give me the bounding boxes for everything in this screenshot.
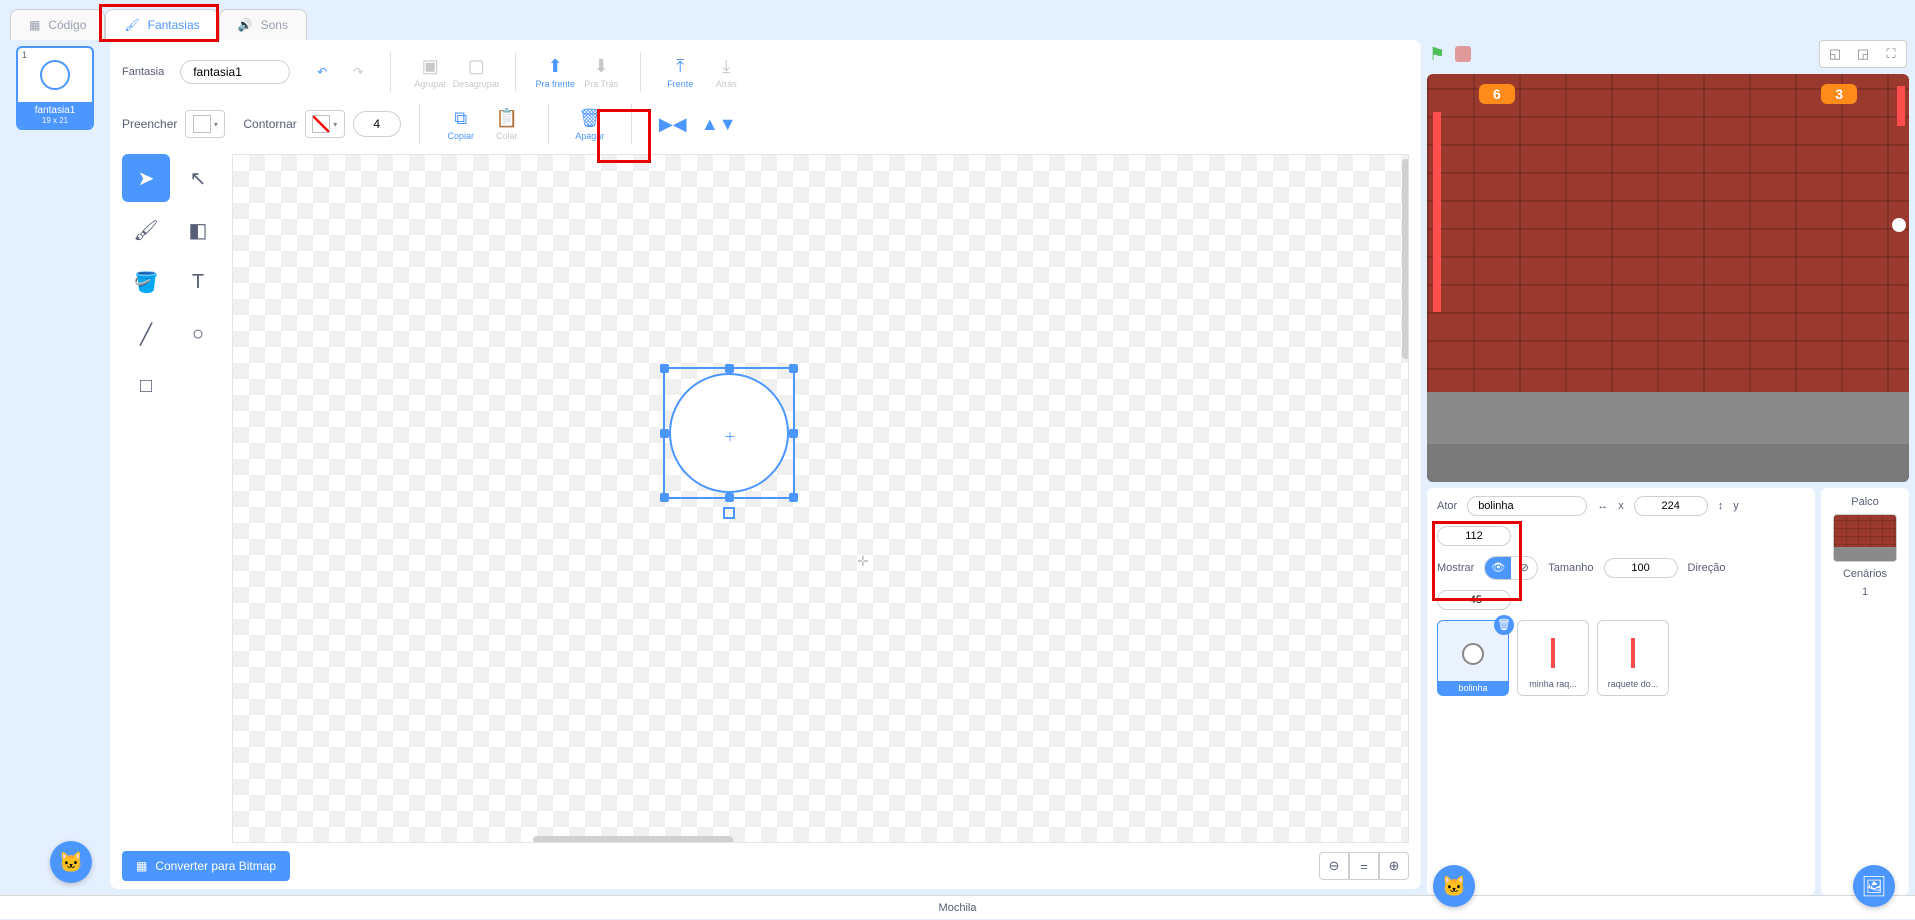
ungroup-button[interactable]: ▢Desagrupar (453, 56, 499, 89)
show-sprite-button[interactable]: 👁 (1485, 557, 1511, 579)
add-backdrop-fab[interactable]: 🖼 (1853, 865, 1895, 907)
front-button[interactable]: ⤒Frente (657, 56, 703, 89)
sprite-item-bolinha[interactable]: 🗑 bolinha (1437, 620, 1509, 696)
hide-sprite-button[interactable]: ⊘ (1511, 557, 1537, 579)
eraser-tool[interactable]: ◧ (174, 206, 222, 254)
center-marker-icon: ✛ (857, 553, 869, 570)
rect-tool[interactable]: □ (122, 362, 170, 410)
costume-name-label: Fantasia (122, 66, 164, 78)
sprite-ball[interactable] (1892, 218, 1906, 232)
rotate-handle[interactable] (723, 507, 735, 519)
tool-palette: ➤ ↖ 🖌 ◧ 🪣 T ╱ ○ □ (122, 154, 222, 843)
flip-vertical-button[interactable]: ▲▼ (696, 114, 742, 135)
sprite-x-input[interactable] (1634, 496, 1708, 516)
fill-color-button[interactable]: ▾ (185, 110, 225, 138)
line-tool[interactable]: ╱ (122, 310, 170, 358)
flip-horizontal-button[interactable]: ▶◀ (650, 114, 696, 135)
show-label: Mostrar (1437, 562, 1474, 574)
back-button[interactable]: ⤓Atrás (703, 56, 749, 89)
costume-list: 1 fantasia1 19 x 21 (0, 40, 110, 895)
delete-sprite-button[interactable]: 🗑 (1494, 615, 1514, 635)
sprite-direction-input[interactable] (1437, 590, 1511, 610)
reshape-tool[interactable]: ↖ (174, 154, 222, 202)
select-tool[interactable]: ➤ (122, 154, 170, 202)
stage-full-button[interactable]: ⛶ (1878, 43, 1904, 65)
score-left: 6 (1479, 84, 1515, 104)
fill-tool[interactable]: 🪣 (122, 258, 170, 306)
backdrops-count: 1 (1862, 586, 1868, 598)
sound-icon: 🔊 (238, 18, 253, 32)
brush-tool[interactable]: 🖌 (122, 206, 170, 254)
circle-tool[interactable]: ○ (174, 310, 222, 358)
tab-costumes[interactable]: 🖌 Fantasias (105, 9, 218, 40)
stop-button[interactable] (1455, 46, 1471, 62)
crosshair-icon: ＋ (724, 428, 736, 445)
stage-thumbnail[interactable] (1833, 514, 1897, 562)
canvas-scrollbar-v[interactable] (1402, 159, 1409, 359)
sprite-label: Ator (1437, 500, 1457, 512)
backward-button[interactable]: ⬇Pra Trás (578, 56, 624, 89)
paint-canvas[interactable]: ＋ ✛ (232, 154, 1409, 843)
sprite-y-input[interactable] (1437, 526, 1511, 546)
outline-width-input[interactable] (353, 111, 401, 137)
sprite-paddle-left[interactable] (1433, 112, 1441, 312)
convert-to-bitmap-button[interactable]: ▦ Converter para Bitmap (122, 851, 290, 881)
size-label: Tamanho (1548, 562, 1593, 574)
zoom-out-button[interactable]: ⊖ (1319, 852, 1349, 880)
code-icon: ▦ (29, 18, 40, 32)
tab-sounds-label: Sons (261, 18, 288, 32)
backdrops-label: Cenários (1843, 568, 1887, 580)
brush-icon: 🖌 (124, 18, 139, 32)
stage[interactable]: 6 3 (1427, 74, 1909, 482)
costume-item[interactable]: 1 fantasia1 19 x 21 (16, 46, 94, 130)
backpack-bar[interactable]: Mochila (0, 895, 1915, 919)
bitmap-icon: ▦ (136, 859, 147, 873)
zoom-in-button[interactable]: ⊕ (1379, 852, 1409, 880)
stage-small-button[interactable]: ◱ (1822, 43, 1848, 65)
delete-button[interactable]: 🗑Apagar (567, 108, 613, 141)
tab-costumes-label: Fantasias (148, 18, 200, 32)
xy-icon: ↔ (1597, 500, 1608, 512)
y-icon: ↕ (1718, 500, 1724, 512)
canvas-scrollbar-h[interactable] (533, 836, 733, 843)
trash-icon: 🗑 (578, 108, 601, 129)
sprite-name-input[interactable] (1467, 496, 1587, 516)
tab-code[interactable]: ▦ Código (10, 9, 105, 40)
add-sprite-fab[interactable]: 🐱 (1433, 865, 1475, 907)
costume-name-input[interactable] (180, 60, 290, 84)
undo-button[interactable]: ↶ (306, 58, 338, 86)
score-right: 3 (1821, 84, 1857, 104)
costume-size: 19 x 21 (18, 116, 92, 125)
sprite-size-input[interactable] (1604, 558, 1678, 578)
paste-button[interactable]: 📋Colar (484, 108, 530, 141)
redo-button[interactable]: ↷ (342, 58, 374, 86)
direction-label: Direção (1688, 562, 1726, 574)
tab-sounds[interactable]: 🔊 Sons (219, 9, 307, 40)
outline-label: Contornar (243, 117, 296, 131)
fill-label: Preencher (122, 117, 177, 131)
costume-name: fantasia1 (35, 105, 76, 116)
tab-code-label: Código (48, 18, 86, 32)
green-flag-button[interactable]: ⚑ (1429, 44, 1445, 65)
sprite-item-raquete-do[interactable]: raquete do... (1597, 620, 1669, 696)
outline-color-button[interactable]: ▾ (305, 110, 345, 138)
costume-index: 1 (18, 48, 31, 62)
group-button[interactable]: ▣Agrupar (407, 56, 453, 89)
costume-editor: Fantasia ↶ ↷ ▣Agrupar ▢Desagrupar ⬆Pra f… (110, 40, 1421, 889)
stage-large-button[interactable]: ◲ (1850, 43, 1876, 65)
canvas-selection[interactable]: ＋ (663, 367, 795, 499)
zoom-reset-button[interactable]: = (1349, 852, 1379, 880)
stage-label: Palco (1851, 496, 1879, 508)
forward-button[interactable]: ⬆Pra frente (532, 56, 578, 89)
sprite-item-minha-raquete[interactable]: minha raq... (1517, 620, 1589, 696)
text-tool[interactable]: T (174, 258, 222, 306)
add-costume-fab[interactable]: 🐱 (50, 841, 92, 883)
sprite-paddle-right[interactable] (1897, 86, 1905, 126)
copy-button[interactable]: ⧉Copiar (438, 108, 484, 141)
